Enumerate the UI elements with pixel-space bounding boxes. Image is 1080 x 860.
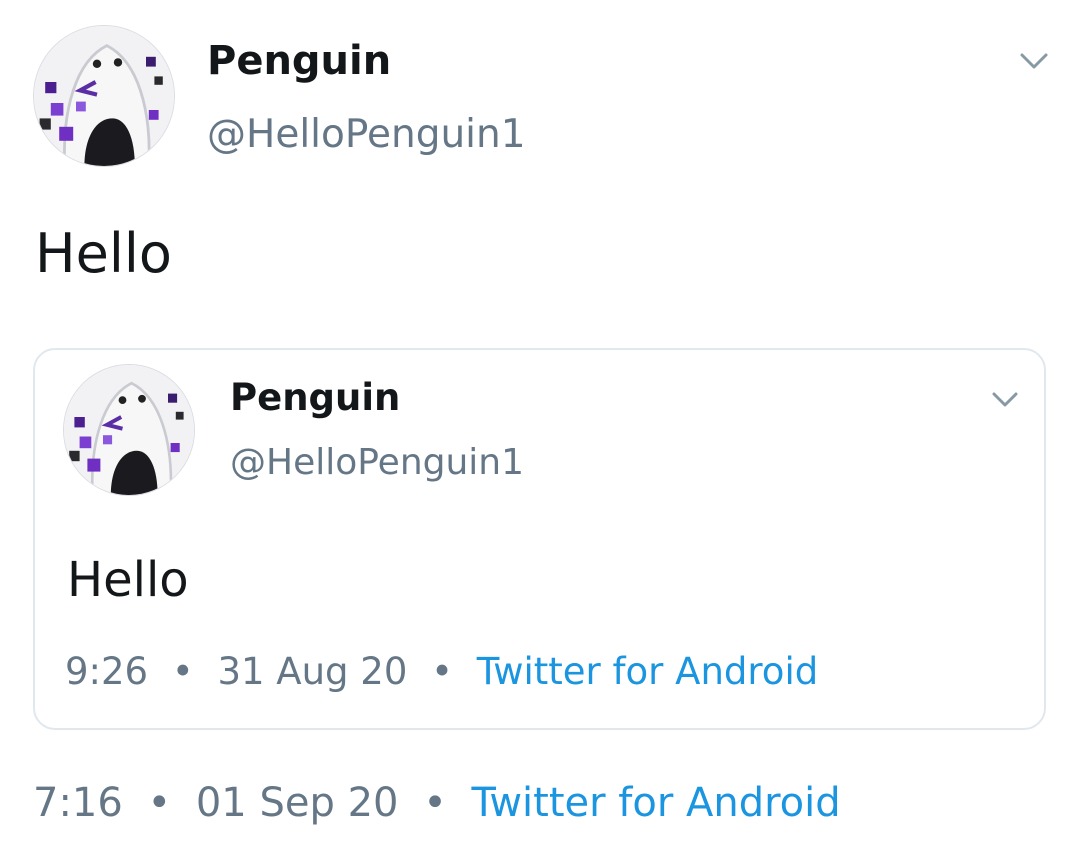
quoted-tweet-meta: 9:26 • 31 Aug 20 • Twitter for Android	[65, 650, 818, 693]
quoted-tweet[interactable]: Penguin @HelloPenguin1 Hello 9:26 • 31 A…	[33, 348, 1046, 730]
tweet-date[interactable]: 01 Sep 20	[196, 780, 399, 826]
tweet: Penguin @HelloPenguin1 Hello Penguin @He…	[0, 0, 1080, 860]
quoted-tweet-menu-button[interactable]	[991, 390, 1019, 410]
author-handle[interactable]: @HelloPenguin1	[207, 112, 526, 157]
tweet-meta: 7:16 • 01 Sep 20 • Twitter for Android	[33, 780, 841, 826]
quoted-tweet-time[interactable]: 9:26	[65, 650, 148, 693]
penguin-avatar-icon	[34, 26, 174, 166]
penguin-avatar-icon	[64, 365, 194, 495]
tweet-time[interactable]: 7:16	[33, 780, 123, 826]
tweet-source-link[interactable]: Twitter for Android	[472, 780, 841, 826]
quoted-tweet-source-link[interactable]: Twitter for Android	[477, 650, 818, 693]
chevron-down-icon	[992, 392, 1018, 407]
quoted-author-handle[interactable]: @HelloPenguin1	[230, 442, 524, 483]
separator: •	[431, 650, 453, 693]
chevron-down-icon	[1020, 53, 1048, 69]
tweet-menu-button[interactable]	[1018, 50, 1050, 72]
quoted-tweet-text: Hello	[67, 552, 189, 608]
quoted-tweet-date[interactable]: 31 Aug 20	[217, 650, 407, 693]
quoted-author-avatar[interactable]	[63, 364, 195, 496]
separator: •	[147, 780, 172, 826]
separator: •	[423, 780, 447, 826]
separator: •	[171, 650, 194, 693]
author-name[interactable]: Penguin	[207, 38, 391, 84]
tweet-text: Hello	[35, 222, 172, 285]
author-avatar[interactable]	[33, 25, 175, 167]
quoted-author-name[interactable]: Penguin	[230, 376, 400, 419]
